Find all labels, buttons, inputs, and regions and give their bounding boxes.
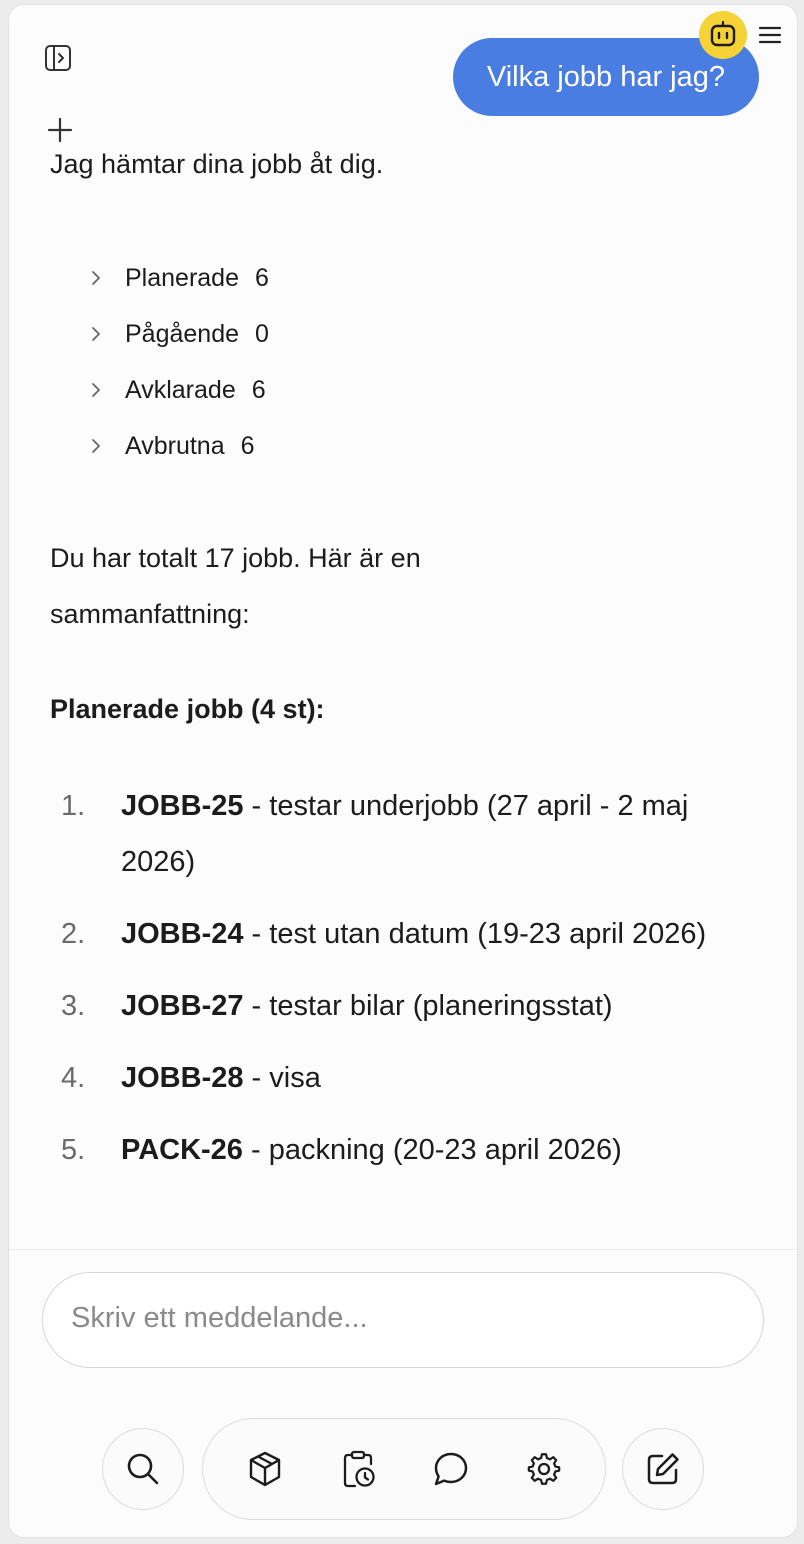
job-group-label: Avbrutna — [125, 431, 225, 460]
list-item-number: 1. — [61, 790, 86, 822]
list-item-number: 3. — [61, 990, 86, 1022]
chat-bubble-icon — [434, 1452, 468, 1486]
edit-button[interactable] — [622, 1428, 704, 1510]
job-description: - test utan datum (19-23 april 2026) — [243, 918, 707, 950]
schedule-button[interactable] — [334, 1445, 382, 1493]
job-group-list: Planerade 6 Pågående 0 Avklarade 6 Avbru… — [89, 250, 269, 474]
assistant-summary-text: Du har totalt 17 jobb. Här är en sammanf… — [50, 543, 421, 629]
gear-icon — [527, 1453, 561, 1485]
user-message-text: Vilka jobb har jag? — [486, 60, 725, 93]
list-item: 1. JOBB-25 - testar underjobb (27 april … — [61, 778, 741, 890]
list-item-number: 2. — [61, 918, 86, 950]
search-icon — [127, 1453, 159, 1485]
bot-avatar[interactable] — [699, 11, 747, 59]
job-group-label: Planerade — [125, 263, 239, 292]
list-item: 4. JOBB-28 - visa — [61, 1050, 741, 1106]
job-description: - visa — [243, 1062, 321, 1094]
job-code: JOBB-27 — [121, 990, 244, 1022]
package-icon — [249, 1451, 281, 1487]
sidebar-toggle-icon — [45, 45, 71, 71]
message-input[interactable] — [69, 1301, 733, 1336]
job-group-label: Avklarade — [125, 375, 236, 404]
chevron-right-icon — [89, 381, 125, 399]
chat-panel: Vilka jobb har jag? Jag hämtar dina jobb… — [8, 4, 798, 1538]
list-item: 3. JOBB-27 - testar bilar (planeringssta… — [61, 978, 741, 1034]
composer-divider — [9, 1249, 797, 1250]
robot-icon — [710, 20, 736, 47]
job-group-count: 6 — [240, 431, 255, 460]
chevron-right-icon — [89, 437, 125, 455]
jobs-button[interactable] — [241, 1445, 289, 1493]
list-item-number: 5. — [61, 1134, 86, 1166]
list-item: 5. PACK-26 - packning (20-23 april 2026) — [61, 1122, 741, 1178]
job-group-count: 6 — [251, 375, 266, 404]
list-item: 2. JOBB-24 - test utan datum (19-23 apri… — [61, 906, 741, 962]
job-group-planned[interactable]: Planerade 6 — [89, 250, 269, 306]
main-nav-group — [202, 1418, 606, 1520]
sidebar-toggle-button[interactable] — [43, 43, 73, 73]
job-code: JOBB-28 — [121, 1062, 244, 1094]
job-code: PACK-26 — [121, 1134, 243, 1166]
message-input-container[interactable] — [42, 1272, 764, 1368]
job-description: - packning (20-23 april 2026) — [242, 1134, 622, 1166]
chevron-right-icon — [89, 269, 125, 287]
menu-button[interactable] — [757, 22, 783, 48]
planned-job-list: 1. JOBB-25 - testar underjobb (27 april … — [61, 778, 741, 1194]
chat-button[interactable] — [427, 1445, 475, 1493]
planned-jobs-heading: Planerade jobb (4 st): — [50, 694, 325, 724]
job-group-ongoing[interactable]: Pågående 0 — [89, 306, 269, 362]
list-item-number: 4. — [61, 1062, 86, 1094]
job-group-count: 6 — [254, 263, 269, 292]
chevron-right-icon — [89, 325, 125, 343]
assistant-status-text: Jag hämtar dina jobb åt dig. — [50, 149, 384, 179]
hamburger-menu-icon — [758, 26, 782, 44]
job-group-cancelled[interactable]: Avbrutna 6 — [89, 418, 269, 474]
job-group-completed[interactable]: Avklarade 6 — [89, 362, 269, 418]
job-group-label: Pågående — [125, 319, 240, 348]
job-description: - testar bilar (planeringsstat) — [243, 990, 613, 1022]
job-code: JOBB-24 — [121, 918, 244, 950]
job-code: JOBB-25 — [121, 790, 244, 822]
edit-icon — [647, 1453, 679, 1485]
job-group-count: 0 — [255, 319, 269, 348]
clipboard-clock-icon — [343, 1450, 375, 1488]
settings-button[interactable] — [520, 1445, 568, 1493]
search-button[interactable] — [102, 1428, 184, 1510]
